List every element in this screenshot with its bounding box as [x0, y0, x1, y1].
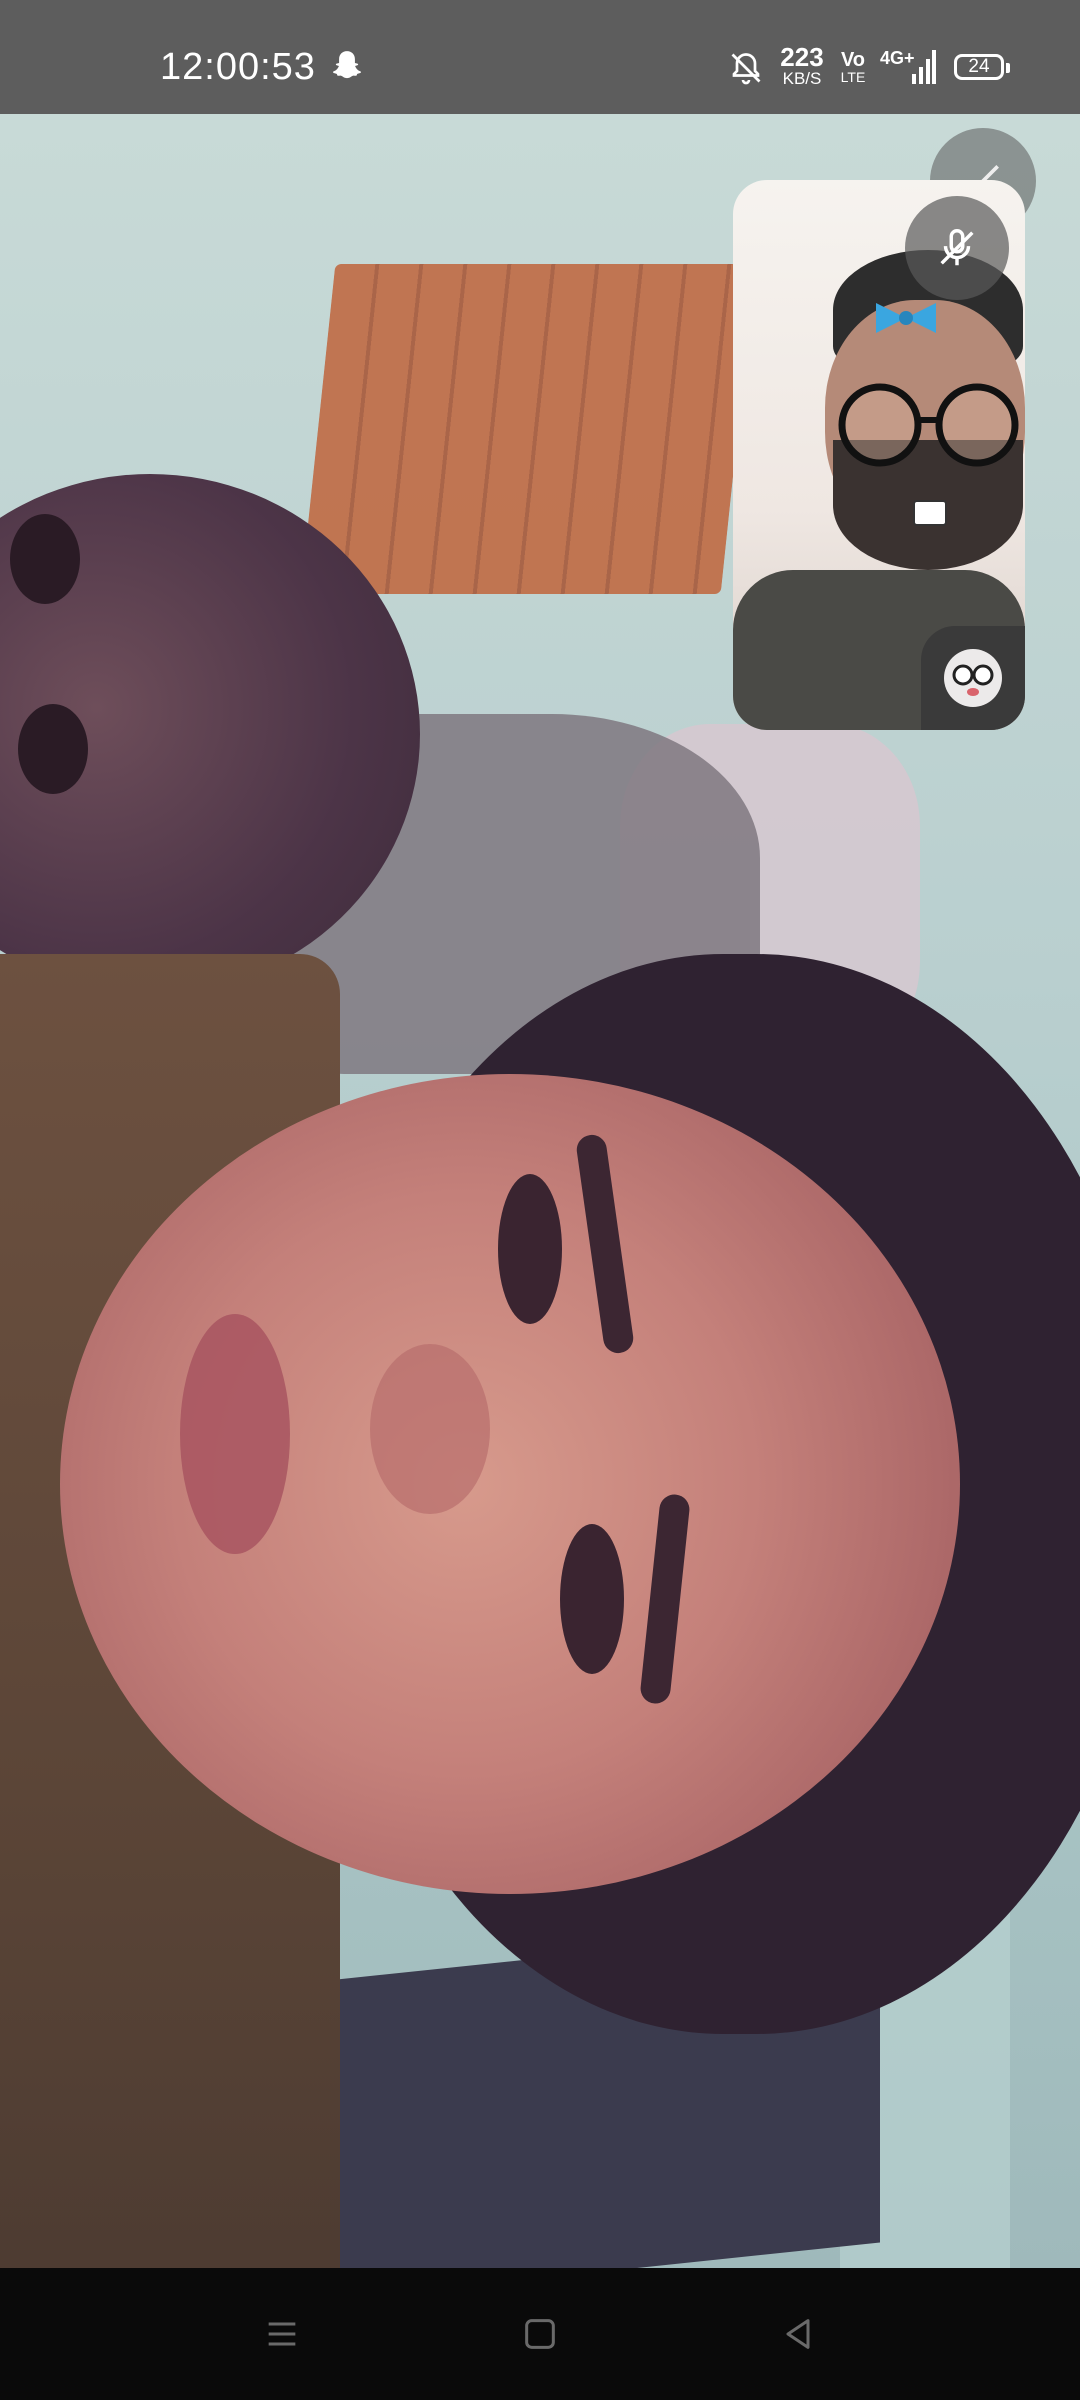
network-type: 4G+ — [880, 48, 915, 68]
bell-muted-icon — [731, 53, 761, 85]
person-eye — [560, 1524, 624, 1674]
mic-off-icon — [940, 229, 974, 266]
teeth-filter — [913, 500, 947, 526]
child-eye — [18, 704, 88, 794]
speed-value: 223 — [780, 42, 824, 72]
status-bar: 12:00:53 223 KB/S Vo LTE 4G+ 24 — [0, 0, 1080, 114]
network-speed: 223 KB/S — [778, 44, 826, 87]
status-time: 12:00:53 — [160, 46, 316, 88]
menu-icon — [268, 2322, 296, 2346]
home-button[interactable] — [514, 2308, 566, 2360]
navigation-bar — [0, 2268, 1080, 2400]
volte-indicator: Vo LTE — [840, 50, 866, 84]
battery-indicator: 24 — [954, 54, 1010, 80]
child-eye — [10, 514, 80, 604]
person-lips — [180, 1314, 290, 1554]
speed-unit: KB/S — [782, 69, 822, 88]
bow-filter — [876, 303, 936, 333]
person-nose — [370, 1344, 490, 1514]
volte-top: Vo — [840, 49, 866, 71]
glasses-filter — [838, 383, 1019, 467]
recent-apps-button[interactable] — [256, 2308, 308, 2360]
ceiling-background — [300, 264, 756, 594]
local-video-preview[interactable] — [733, 180, 1025, 730]
glasses-lens-icon — [944, 649, 1002, 707]
back-icon — [786, 2319, 810, 2349]
snapchat-ghost-icon — [333, 51, 361, 79]
lens-button[interactable] — [921, 626, 1025, 730]
person-eye — [498, 1174, 562, 1324]
home-icon — [525, 2319, 555, 2349]
pip-mute-button[interactable] — [905, 196, 1009, 300]
volte-bottom: LTE — [840, 69, 866, 85]
back-button[interactable] — [772, 2308, 824, 2360]
signal-icon — [912, 50, 936, 84]
